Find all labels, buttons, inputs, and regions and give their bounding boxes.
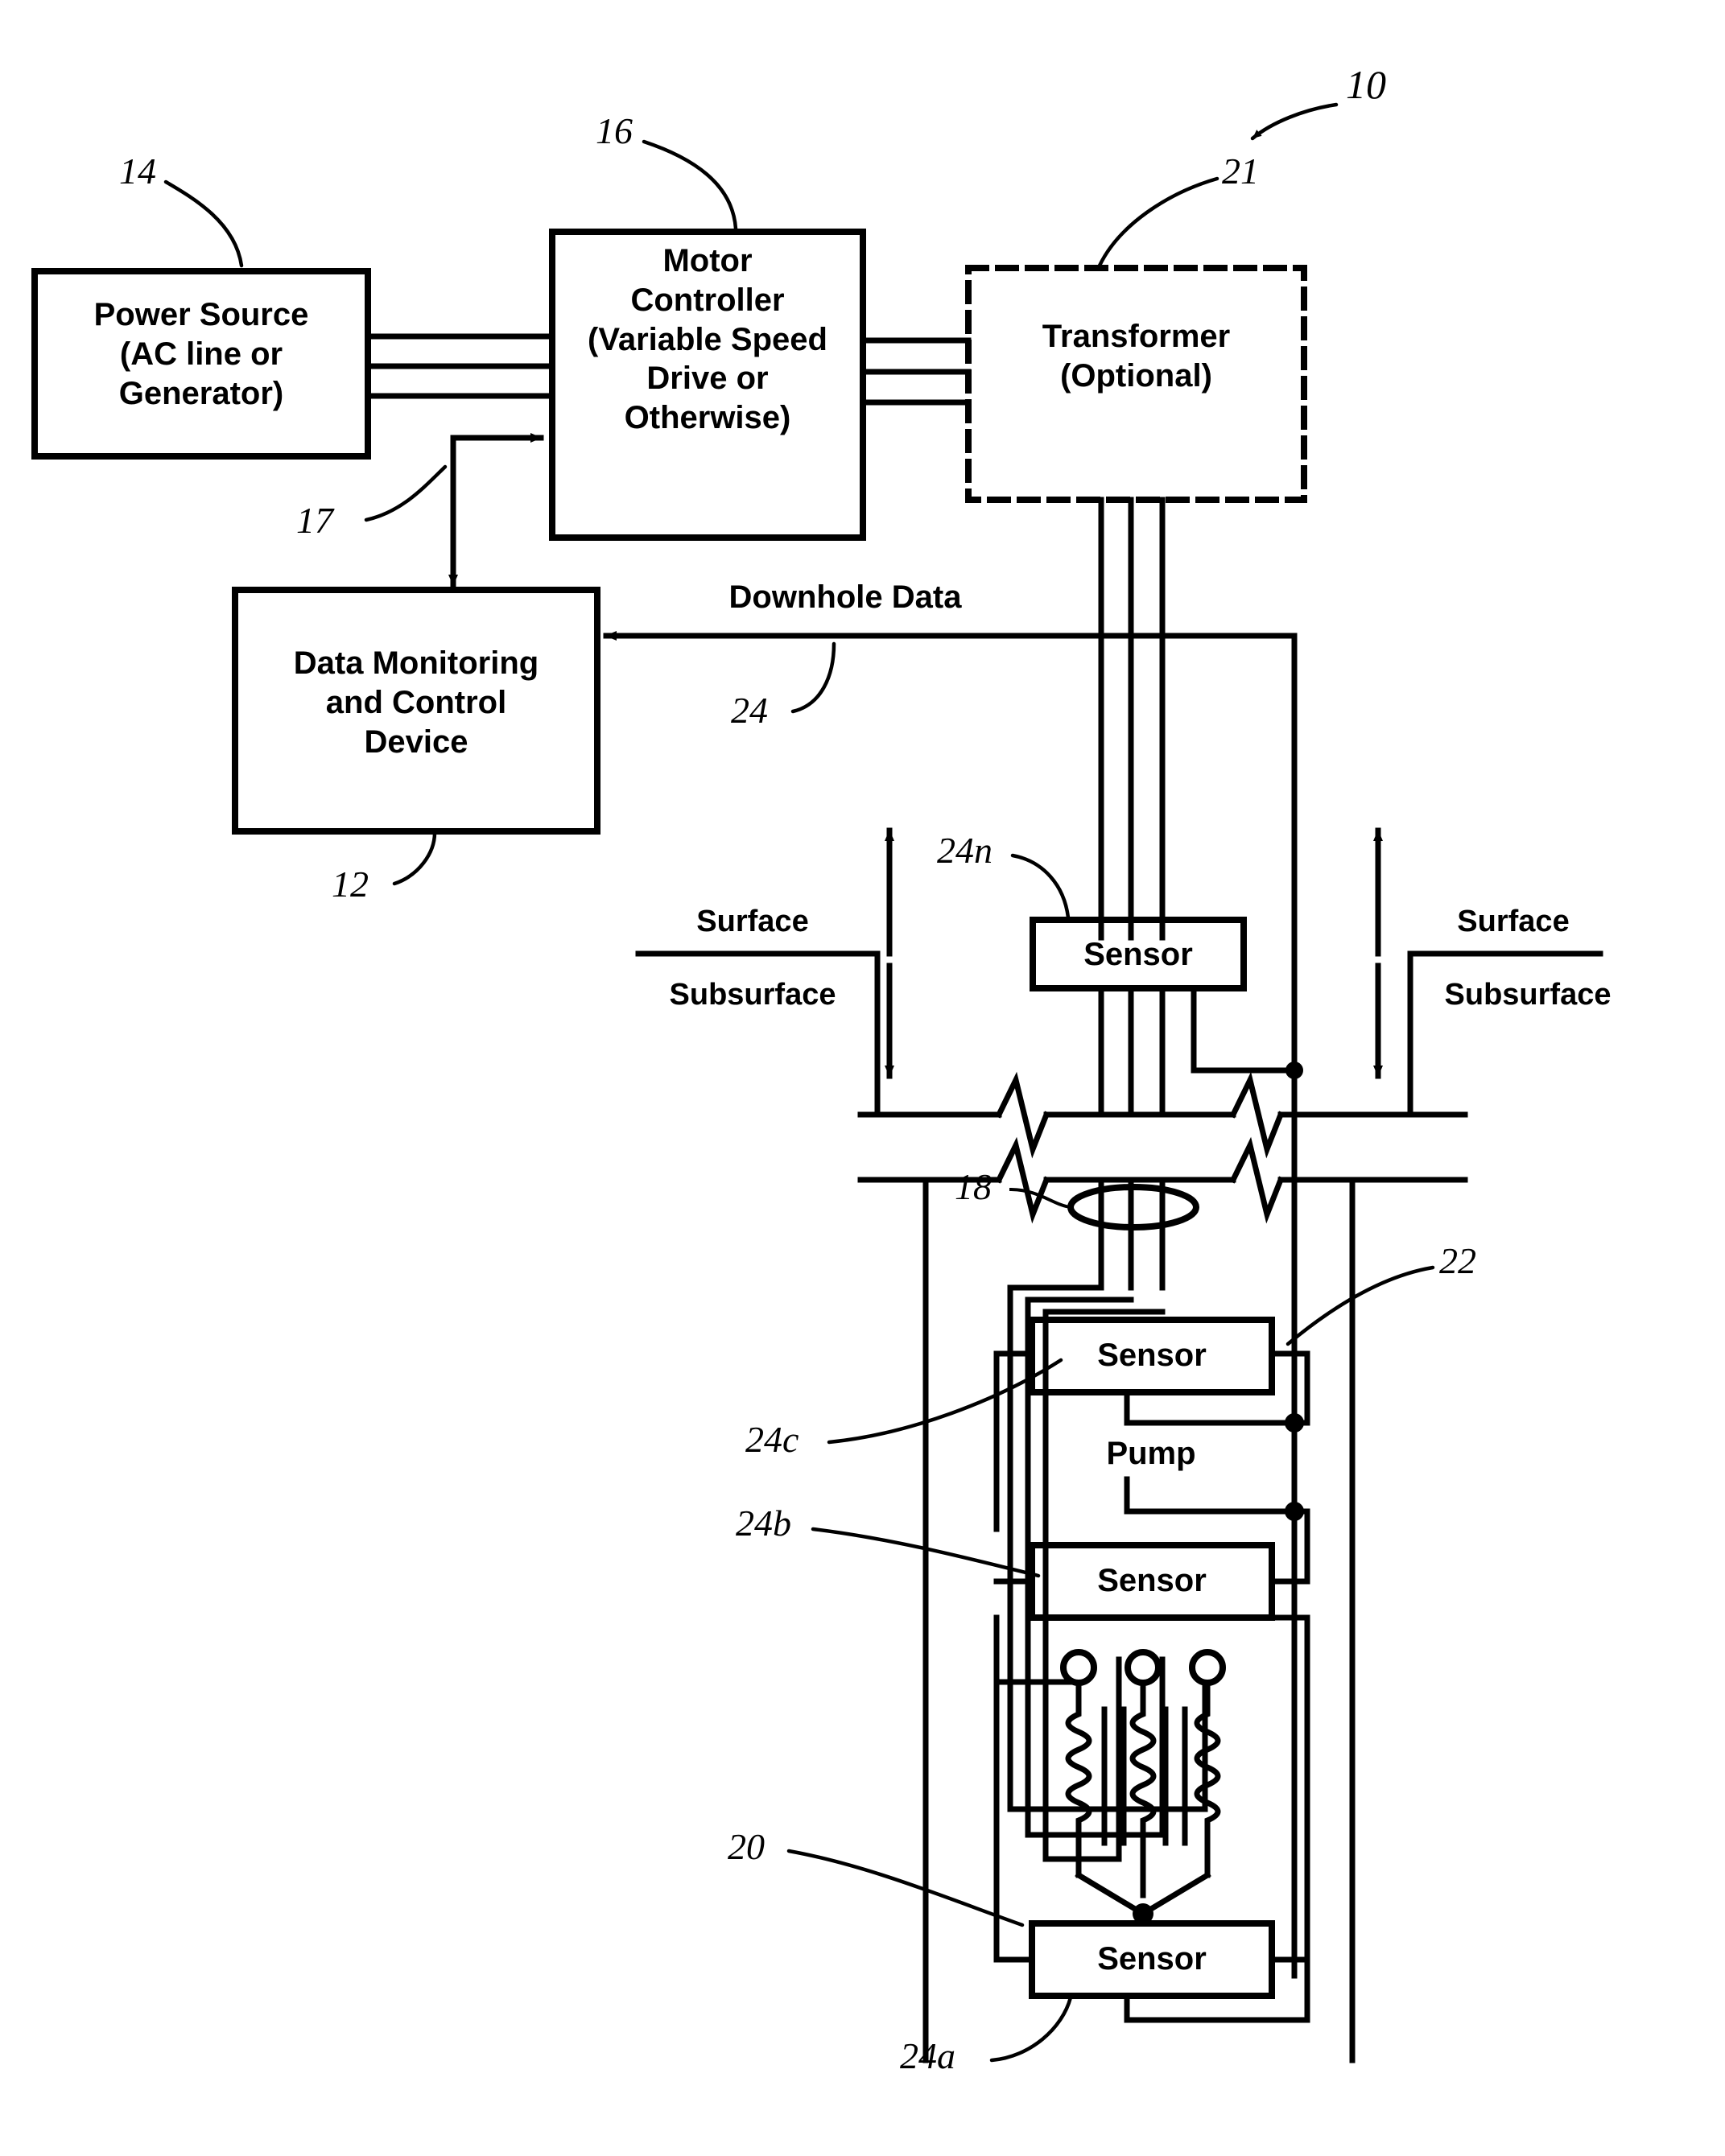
ref-numeral-20: 20 [728, 1826, 765, 1867]
ref-numeral-24c: 24c [745, 1419, 799, 1460]
patent-figure-page: Power Source (AC line or Generator) Moto… [0, 0, 1725, 2156]
leader-24n [1010, 853, 1071, 920]
pump-label: Pump [1106, 1436, 1196, 1471]
motor-wye-right [1139, 1871, 1211, 1918]
control-feedback-line [450, 433, 544, 580]
ref-numeral-24n: 24n [937, 830, 992, 871]
leader-12 [392, 831, 437, 886]
ref-numeral-24a: 24a [900, 2035, 955, 2076]
power-source-label: Power Source (AC line or Generator) [93, 297, 309, 411]
ref-numeral-21: 21 [1222, 150, 1259, 192]
motor-terminal-2 [1125, 1649, 1162, 1686]
ref-numeral-18: 18 [955, 1166, 992, 1207]
surface-label-left: Surface [696, 905, 809, 938]
ref-numeral-16: 16 [596, 110, 633, 151]
leader-24a [989, 1995, 1073, 2063]
ref-numeral-17: 17 [296, 500, 333, 541]
ref-numeral-24b: 24b [736, 1503, 791, 1544]
ref-numeral-14: 14 [119, 150, 156, 192]
sensor-24b-label: Sensor [1097, 1563, 1207, 1598]
leader-10 [1250, 102, 1339, 141]
leader-22 [1285, 1265, 1435, 1346]
ref-numeral-22: 22 [1439, 1240, 1476, 1281]
leader-14 [163, 179, 244, 268]
ref-numeral-10: 10 [1346, 62, 1386, 107]
leader-16 [642, 139, 738, 231]
sensor-24n-label: Sensor [1083, 937, 1193, 972]
surface-label-right: Surface [1457, 905, 1570, 938]
sensor-24n-signal [1191, 985, 1298, 1074]
sensor-24c-label: Sensor [1097, 1338, 1207, 1373]
motor-controller-label: Motor Controller (Variable Speed Drive o… [588, 243, 827, 436]
sensor-24a-label: Sensor [1097, 1941, 1207, 1977]
subsurface-label-left: Subsurface [669, 978, 836, 1012]
ref-numeral-24: 24 [731, 690, 768, 731]
motor-terminal-3 [1189, 1649, 1226, 1686]
transformer-label: Transformer (Optional) [1042, 319, 1231, 394]
motor-coil-b [1129, 1680, 1157, 1898]
leader-21 [1097, 176, 1219, 268]
downhole-data-label: Downhole Data [728, 579, 962, 615]
leader-20 [786, 1849, 1025, 1927]
data-monitoring-label: Data Monitoring and Control Device [293, 645, 539, 760]
subsurface-label-right: Subsurface [1444, 978, 1612, 1012]
ref-numeral-12: 12 [332, 864, 369, 905]
motor-wye-left [1075, 1871, 1147, 1918]
motor-coil-a [1065, 1680, 1092, 1878]
leader-17 [364, 464, 448, 522]
motor-terminal-1 [1060, 1649, 1097, 1686]
leader-24 [790, 641, 836, 714]
